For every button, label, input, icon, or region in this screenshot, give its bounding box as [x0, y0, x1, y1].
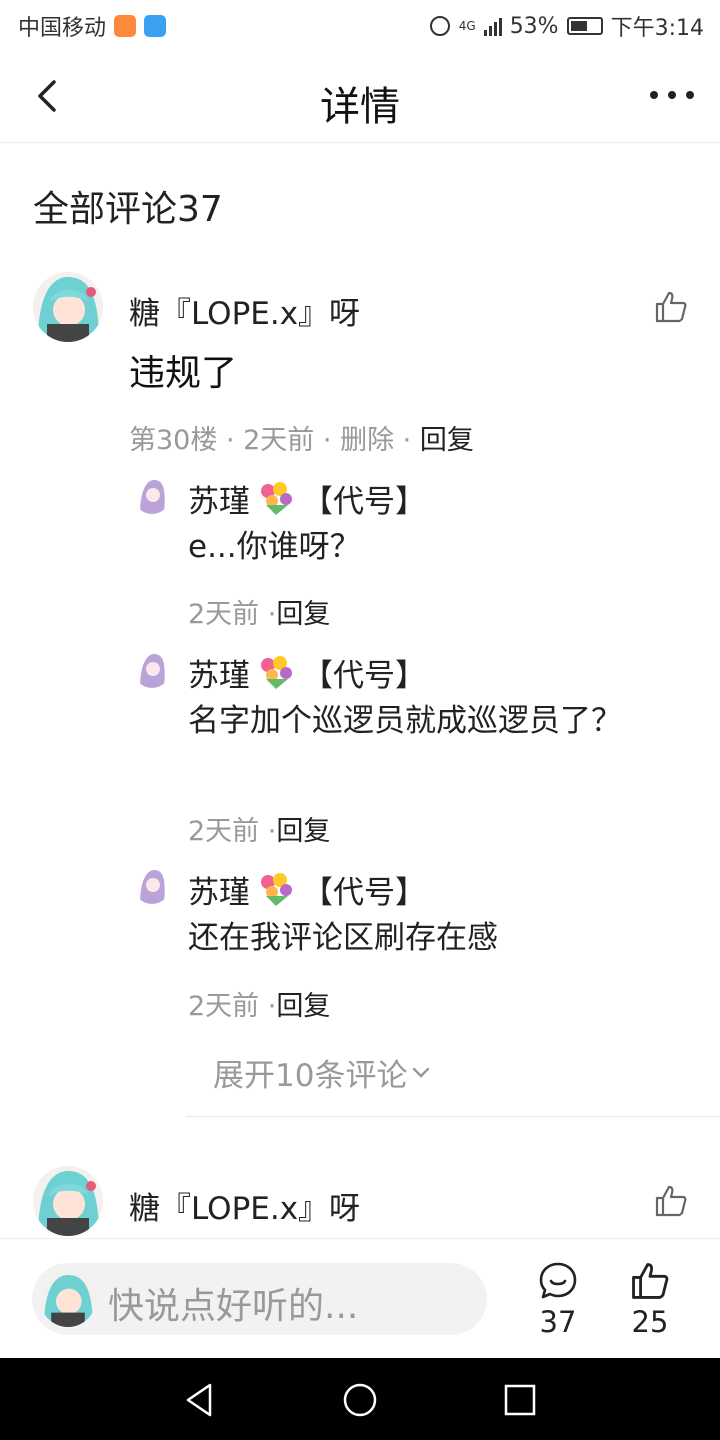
comment-count: 37 [539, 1305, 577, 1339]
thumbs-up-icon[interactable] [654, 1184, 688, 1218]
hd-call-icon [429, 16, 450, 36]
comments-button[interactable]: 37 [523, 1261, 593, 1339]
status-bar: 中国移动 4G 53% 下午3:14 [0, 0, 720, 50]
reply-button[interactable]: 回复 [420, 425, 474, 456]
reply-button[interactable]: 回复 [276, 816, 330, 847]
more-dot-icon [650, 91, 658, 99]
chat-app-icon [144, 15, 167, 37]
avatar[interactable] [33, 272, 103, 342]
carrier-label: 中国移动 [18, 16, 107, 41]
reply-meta: 2天前 ·回复 [188, 592, 330, 631]
meta-separator: · [322, 425, 341, 456]
reply-text: 名字加个巡逻员就成巡逻员了？ [188, 703, 622, 739]
comment-author[interactable]: 糖『LOPE.x』呀 [129, 288, 360, 333]
expand-replies-label: 展开10条评论 [213, 1058, 408, 1094]
meta-separator: · [225, 425, 244, 456]
reply-author-name: 苏瑾 [188, 875, 250, 911]
floor-label: 第30楼 [129, 425, 218, 456]
reply-text: e...你谁呀？ [188, 529, 361, 565]
bouquet-icon [261, 655, 292, 689]
comment-meta: 第30楼 · 2天前 · 删除 · 回复 [129, 418, 474, 457]
reply-button[interactable]: 回复 [276, 991, 330, 1022]
battery-percent: 53% [509, 13, 559, 39]
signal-icon [483, 16, 502, 36]
reply-author[interactable]: 苏瑾 【代号】 [188, 650, 426, 695]
reply-text: 还在我评论区刷存在感 [188, 920, 498, 956]
avatar[interactable] [33, 1166, 103, 1236]
top-app-bar: 详情 [0, 50, 720, 143]
comment-input[interactable]: 快说点好听的... [32, 1263, 487, 1335]
video-app-icon [114, 15, 137, 37]
reply-avatar[interactable] [134, 478, 170, 514]
bouquet-icon [261, 481, 292, 515]
bouquet-icon [261, 872, 292, 906]
reply-time: 2天前 · [188, 599, 277, 630]
home-circle-icon[interactable] [340, 1380, 380, 1420]
reply-author-tag: 【代号】 [302, 484, 426, 520]
more-options-button[interactable] [650, 80, 694, 110]
recents-square-icon[interactable] [500, 1380, 540, 1420]
reply-time: 2天前 · [188, 991, 277, 1022]
thumbs-up-icon[interactable] [654, 290, 688, 324]
comment-divider [186, 1116, 720, 1117]
thumbs-up-icon [632, 1263, 669, 1299]
network-label: 4G [458, 19, 476, 33]
reply-author-name: 苏瑾 [188, 658, 250, 694]
reply-author[interactable]: 苏瑾 【代号】 [188, 476, 426, 521]
reply-meta: 2天前 ·回复 [188, 984, 330, 1023]
reply-button[interactable]: 回复 [276, 599, 330, 630]
page-title: 详情 [320, 84, 400, 130]
more-dot-icon [668, 91, 676, 99]
reply-author[interactable]: 苏瑾 【代号】 [188, 867, 426, 912]
reply-avatar[interactable] [134, 652, 170, 688]
comment-input-placeholder: 快说点好听的... [108, 1286, 359, 1327]
battery-icon [566, 17, 603, 35]
bottom-action-bar: 快说点好听的... 37 25 [0, 1238, 720, 1358]
system-nav-bar [0, 1358, 720, 1440]
all-comments-heading: 全部评论37 [33, 189, 223, 230]
meta-separator: · [402, 425, 420, 456]
self-avatar [40, 1271, 96, 1327]
comment-time: 2天前 [243, 425, 315, 456]
reply-author-name: 苏瑾 [188, 484, 250, 520]
reply-time: 2天前 · [188, 816, 277, 847]
delete-button[interactable]: 删除 [340, 425, 394, 456]
chevron-down-icon [413, 1067, 430, 1078]
like-count: 25 [631, 1305, 669, 1339]
more-dot-icon [686, 91, 694, 99]
clock: 下午3:14 [610, 16, 704, 41]
reply-author-tag: 【代号】 [302, 875, 426, 911]
expand-replies-button[interactable]: 展开10条评论 [213, 1050, 431, 1095]
like-button[interactable]: 25 [615, 1261, 685, 1339]
comment-bubble-icon [539, 1262, 577, 1299]
back-triangle-icon[interactable] [180, 1380, 220, 1420]
reply-author-tag: 【代号】 [302, 658, 426, 694]
comment-author[interactable]: 糖『LOPE.x』呀 [129, 1183, 360, 1228]
reply-meta: 2天前 ·回复 [188, 809, 330, 848]
reply-avatar[interactable] [134, 868, 170, 904]
comment-text: 违规了 [129, 353, 238, 394]
